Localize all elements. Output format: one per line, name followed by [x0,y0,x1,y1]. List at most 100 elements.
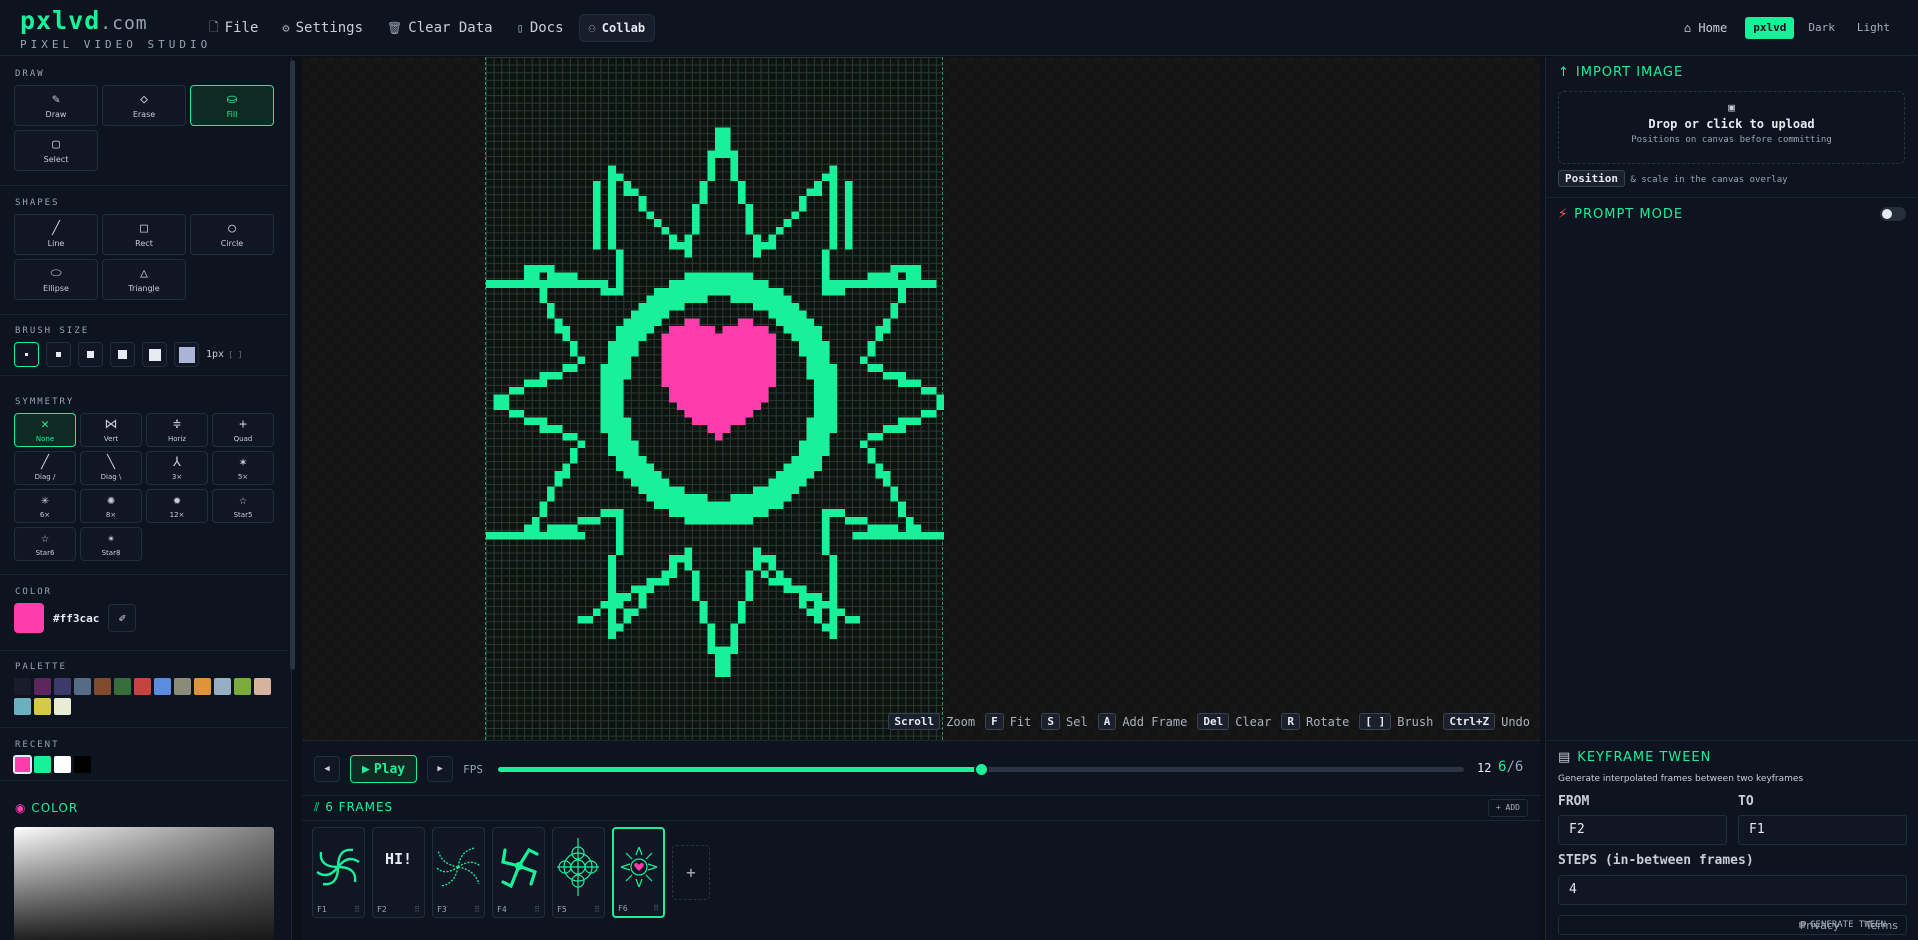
palette-swatch[interactable] [74,678,91,695]
palette-swatch[interactable] [254,678,271,695]
fps-slider[interactable] [498,762,1464,777]
drag-handle-icon[interactable]: ⠿ [534,905,540,914]
sym-vert[interactable]: ⋈ Vert [80,413,142,447]
brush-size-5[interactable] [142,342,167,367]
sym-none[interactable]: ✕ None [14,413,76,447]
from-select[interactable]: F2 [1558,815,1727,845]
frame-thumb-3[interactable]: F3 ⠿ [432,827,485,918]
shape-triangle[interactable]: △ Triangle [102,259,186,300]
frame-thumb-5[interactable]: F5 ⠿ [552,827,605,918]
logo[interactable]: pxlvd.com PIXEL VIDEO STUDIO [20,8,211,52]
eight-radial-icon: ✺ [107,492,115,508]
tool-erase[interactable]: ◇ Erase [102,85,186,126]
color-picker-area[interactable] [14,827,274,940]
sym-star5[interactable]: ☆ Star5 [212,489,274,523]
palette-swatch[interactable] [134,678,151,695]
privacy-link[interactable]: Privacy [1800,919,1840,932]
nav-collab[interactable]: ⚇ Collab [578,14,656,42]
tween-header: ▤ KEYFRAME TWEEN [1558,750,1711,765]
sym-horiz[interactable]: ≑ Horiz [146,413,208,447]
play-button[interactable]: ▶ Play [350,755,418,783]
frame-thumb-6[interactable]: F6 ⠿ [612,827,665,918]
palette-swatch[interactable] [34,678,51,695]
add-frame-tile[interactable]: + [672,845,710,900]
sym-8x[interactable]: ✺ 8× [80,489,142,523]
tool-fill[interactable]: ⛀ Fill [190,85,274,126]
palette-swatch[interactable] [114,678,131,695]
brush-size-2[interactable] [46,342,71,367]
to-select[interactable]: F1 [1738,815,1907,845]
nav-settings[interactable]: ⚙ Settings [273,14,372,42]
tool-select[interactable]: ▢ Select [14,130,98,171]
sym-6x-label: 6× [39,510,51,519]
palette-swatch[interactable] [234,678,251,695]
palette-swatch[interactable] [154,678,171,695]
recent-swatch[interactable] [13,755,32,774]
plus-icon: + [686,863,696,882]
drag-handle-icon[interactable]: ⠿ [354,905,360,914]
frame-thumb-2[interactable]: HI! F2 ⠿ [372,827,425,918]
sym-3x[interactable]: ⅄ 3× [146,451,208,485]
sym-diag1[interactable]: ╱ Diag / [14,451,76,485]
shape-circle[interactable]: ○ Circle [190,214,274,255]
heart-sun-thumbnail [620,846,658,888]
nav-clear-data[interactable]: 🗑 Clear Data [378,14,502,42]
fps-slider-knob[interactable] [974,762,989,777]
sym-12x[interactable]: ✹ 12× [146,489,208,523]
palette-swatch[interactable] [34,698,51,715]
current-color-swatch[interactable] [14,603,44,633]
eyedropper-button[interactable]: ✐ [108,604,137,632]
prompt-mode-toggle[interactable] [1880,207,1906,221]
palette-swatch[interactable] [194,678,211,695]
theme-pxlvd[interactable]: pxlvd [1745,17,1795,39]
tool-draw[interactable]: ✎ Draw [14,85,98,126]
frame-thumb-1[interactable]: F1 ⠿ [312,827,365,918]
position-chip[interactable]: Position [1558,170,1625,187]
steps-input[interactable]: 4 [1558,875,1907,905]
theme-light[interactable]: Light [1849,17,1898,39]
drag-handle-icon[interactable]: ⠿ [594,905,600,914]
shape-ellipse[interactable]: ⬭ Ellipse [14,259,98,300]
star8-icon: ✴ [107,530,115,546]
terms-link[interactable]: Terms [1866,919,1898,932]
sym-quad[interactable]: + Quad [212,413,274,447]
brush-size-1[interactable] [14,342,39,367]
recent-swatch[interactable] [74,756,91,773]
sym-5x[interactable]: ✶ 5× [212,451,274,485]
palette-swatch[interactable] [174,678,191,695]
brush-size-6[interactable] [174,342,199,367]
next-frame-button[interactable]: ▶ [427,756,454,782]
drag-handle-icon[interactable]: ⠿ [474,905,480,914]
left-scrollbar[interactable] [290,60,295,670]
prev-frame-button[interactable]: ◀ [314,756,340,782]
shape-line[interactable]: ╱ Line [14,214,98,255]
recent-swatch[interactable] [34,756,51,773]
image-dropzone[interactable]: ▣ Drop or click to upload Positions on c… [1558,91,1905,164]
add-frame-button[interactable]: + ADD [1487,799,1528,817]
nav-file[interactable]: 🗋 File [200,14,267,42]
frames-title: 6 FRAMES [325,800,394,814]
palette-swatch[interactable] [14,678,31,695]
drag-handle-icon[interactable]: ⠿ [414,905,420,914]
sym-star6[interactable]: ☆ Star6 [14,527,76,561]
sym-6x[interactable]: ✳ 6× [14,489,76,523]
drag-handle-icon[interactable]: ⠿ [653,904,659,913]
brush-size-3[interactable] [78,342,103,367]
theme-dark[interactable]: Dark [1800,17,1843,39]
recent-swatch[interactable] [54,756,71,773]
frame-thumb-4[interactable]: F4 ⠿ [492,827,545,918]
pixel-canvas[interactable] [485,57,944,740]
nav-file-label: File [224,20,259,36]
palette-swatch[interactable] [94,678,111,695]
sym-diag2[interactable]: ╲ Diag \ [80,451,142,485]
nav-docs[interactable]: ▯ Docs [508,14,573,42]
brush-size-4[interactable] [110,342,135,367]
palette-swatch[interactable] [214,678,231,695]
sym-horiz-label: Horiz [167,434,187,443]
palette-swatch[interactable] [54,698,71,715]
palette-swatch[interactable] [14,698,31,715]
shape-rect[interactable]: □ Rect [102,214,186,255]
palette-swatch[interactable] [54,678,71,695]
home-link[interactable]: ⌂ Home [1684,21,1727,35]
sym-star8[interactable]: ✴ Star8 [80,527,142,561]
